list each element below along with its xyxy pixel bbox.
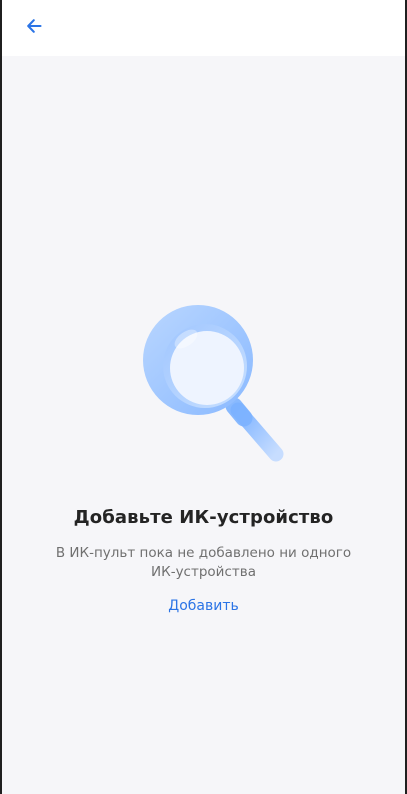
empty-state-description: В ИК-пульт пока не добавлено ни одного И… bbox=[55, 545, 352, 580]
empty-state-content: Добавьте ИК-устройство В ИК-пульт пока н… bbox=[2, 56, 405, 794]
empty-state-title: Добавьте ИК-устройство bbox=[73, 507, 334, 528]
app-frame: Добавьте ИК-устройство В ИК-пульт пока н… bbox=[0, 0, 407, 794]
add-device-link[interactable]: Добавить bbox=[2, 598, 405, 614]
magnifier-icon bbox=[130, 296, 300, 486]
top-app-bar bbox=[2, 0, 405, 56]
arrow-left-icon bbox=[24, 16, 44, 41]
back-button[interactable] bbox=[20, 14, 48, 42]
